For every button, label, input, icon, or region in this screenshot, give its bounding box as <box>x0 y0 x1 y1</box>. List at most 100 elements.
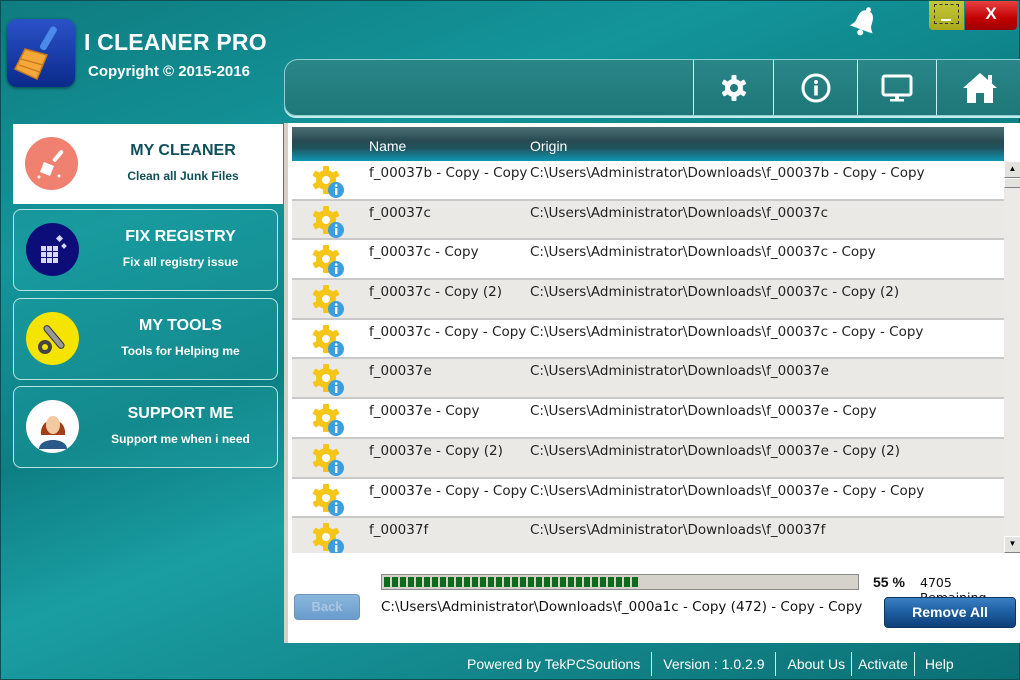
progress-segment <box>512 577 518 587</box>
file-origin: C:\Users\Administrator\Downloads\f_00037… <box>530 363 829 380</box>
file-row[interactable]: f_00037f C:\Users\Administrator\Downloads… <box>292 518 1004 553</box>
scroll-thumb[interactable] <box>1004 178 1020 188</box>
help-link[interactable]: Help <box>925 656 954 672</box>
back-button[interactable]: Back <box>294 594 360 620</box>
file-origin: C:\Users\Administrator\Downloads\f_00037… <box>530 482 925 499</box>
file-settings-info-icon <box>310 243 346 279</box>
footer-divider <box>775 652 777 676</box>
remove-all-button[interactable]: Remove All <box>884 597 1016 628</box>
progress-segment <box>552 577 558 587</box>
gear-icon <box>721 74 746 101</box>
file-origin: C:\Users\Administrator\Downloads\f_00037… <box>530 403 877 420</box>
sidebar-item-my-tools[interactable]: MY TOOLS Tools for Helping me <box>13 298 278 380</box>
progress-segment <box>624 577 630 587</box>
powered-by-text: Powered by TekPCSoutions <box>467 656 641 672</box>
progress-segment <box>632 577 638 587</box>
progress-segment <box>560 577 566 587</box>
progress-segment <box>448 577 454 587</box>
file-origin: C:\Users\Administrator\Downloads\f_00037… <box>530 522 826 539</box>
file-origin: C:\Users\Administrator\Downloads\f_00037… <box>530 165 925 181</box>
vertical-scrollbar[interactable]: ▲ ▼ <box>1004 161 1020 553</box>
version-text: Version : 1.0.2.9 <box>663 656 765 672</box>
progress-segment <box>496 577 502 587</box>
file-row[interactable]: f_00037e - Copy (2) C:\Users\Administrato… <box>292 438 1004 479</box>
progress-segment <box>432 577 438 587</box>
registry-cube-icon <box>26 223 79 276</box>
settings-button[interactable] <box>693 60 773 115</box>
file-name: f_00037e <box>369 363 432 380</box>
progress-segment <box>480 577 486 587</box>
column-header-name[interactable]: Name <box>369 138 406 154</box>
file-settings-info-icon <box>310 283 346 319</box>
sidebar-item-title: MY TOOLS <box>139 317 222 334</box>
minimize-button[interactable] <box>929 1 964 30</box>
close-button[interactable]: X <box>965 1 1017 30</box>
file-name: f_00037e - Copy <box>369 403 480 420</box>
footer-divider <box>851 652 853 676</box>
footer: Powered by TekPCSoutions Version : 1.0.2… <box>467 651 954 677</box>
wrench-gear-icon <box>26 312 79 365</box>
file-name: f_00037c - Copy <box>369 244 479 261</box>
progress-segment <box>608 577 614 587</box>
support-agent-icon <box>26 400 79 453</box>
file-row[interactable]: f_00037e - Copy C:\Users\Administrator\Do… <box>292 399 1004 439</box>
sidebar-item-support-me[interactable]: SUPPORT ME Support me when i need <box>13 386 278 468</box>
progress-percent: 55 % <box>873 574 905 590</box>
footer-divider <box>651 652 653 676</box>
about-us-link[interactable]: About Us <box>787 656 845 672</box>
progress-segment <box>456 577 462 587</box>
file-row[interactable]: f_00037e - Copy - Copy C:\Users\Administr… <box>292 478 1004 519</box>
progress-segment <box>416 577 422 587</box>
file-origin: C:\Users\Administrator\Downloads\f_00037… <box>530 442 901 459</box>
file-row[interactable]: f_00037e C:\Users\Administrator\Downloads… <box>292 359 1004 400</box>
progress-segment <box>536 577 542 587</box>
progress-segment <box>464 577 470 587</box>
sidebar-item-my-cleaner[interactable]: MY CLEANER Clean all Junk Files <box>13 124 283 204</box>
file-settings-info-icon <box>310 164 346 200</box>
column-header-origin[interactable]: Origin <box>530 138 567 154</box>
progress-segment <box>488 577 494 587</box>
app-copyright: Copyright © 2015-2016 <box>88 63 250 80</box>
home-button[interactable] <box>936 60 1020 115</box>
app-logo <box>7 19 75 87</box>
file-name: f_00037e - Copy - Copy <box>369 482 528 499</box>
file-row[interactable]: f_00037b - Copy - Copy C:\Users\Administr… <box>292 161 1004 201</box>
app-title: I CLEANER PRO <box>84 29 267 55</box>
scroll-up-button[interactable]: ▲ <box>1004 161 1020 178</box>
file-name: f_00037f <box>369 522 429 539</box>
file-name: f_00037c - Copy (2) <box>369 284 502 301</box>
file-name: f_00037b - Copy - Copy <box>369 165 528 181</box>
progress-segment <box>592 577 598 587</box>
file-origin: C:\Users\Administrator\Downloads\f_00037… <box>530 323 924 340</box>
file-settings-info-icon <box>310 362 346 398</box>
file-row[interactable]: f_00037c C:\Users\Administrator\Downloads… <box>292 200 1004 241</box>
progress-segment <box>392 577 398 587</box>
progress-segment <box>584 577 590 587</box>
sidebar-item-title: MY CLEANER <box>130 142 236 159</box>
home-icon <box>962 72 997 103</box>
progress-segment <box>504 577 510 587</box>
sidebar-item-subtitle: Fix all registry issue <box>122 255 239 269</box>
progress-segment <box>440 577 446 587</box>
sidebar-item-title: SUPPORT ME <box>127 405 234 422</box>
list-header: Name Origin <box>292 127 1004 161</box>
activate-link[interactable]: Activate <box>858 656 908 672</box>
file-settings-info-icon <box>310 402 346 438</box>
file-name: f_00037c <box>369 204 431 221</box>
file-row[interactable]: f_00037c - Copy C:\Users\Administrator\Do… <box>292 240 1004 281</box>
notification-bell-icon[interactable] <box>849 5 879 39</box>
toolbar <box>284 59 1020 116</box>
sidebar-item-fix-registry[interactable]: FIX REGISTRY Fix all registry issue <box>13 209 278 291</box>
info-button[interactable] <box>773 60 857 115</box>
sidebar-item-subtitle: Tools for Helping me <box>121 344 240 358</box>
file-row[interactable]: f_00037c - Copy - Copy C:\Users\Administr… <box>292 319 1004 360</box>
broom-logo-icon <box>13 26 57 81</box>
progress-segment <box>400 577 406 587</box>
monitor-icon <box>881 74 913 101</box>
file-origin: C:\Users\Administrator\Downloads\f_00037… <box>530 204 829 221</box>
file-row[interactable]: f_00037c - Copy (2) C:\Users\Administrato… <box>292 280 1004 320</box>
scroll-down-button[interactable]: ▼ <box>1004 536 1020 553</box>
file-origin: C:\Users\Administrator\Downloads\f_00037… <box>530 244 876 261</box>
monitor-button[interactable] <box>857 60 936 115</box>
file-settings-info-icon <box>310 204 346 240</box>
